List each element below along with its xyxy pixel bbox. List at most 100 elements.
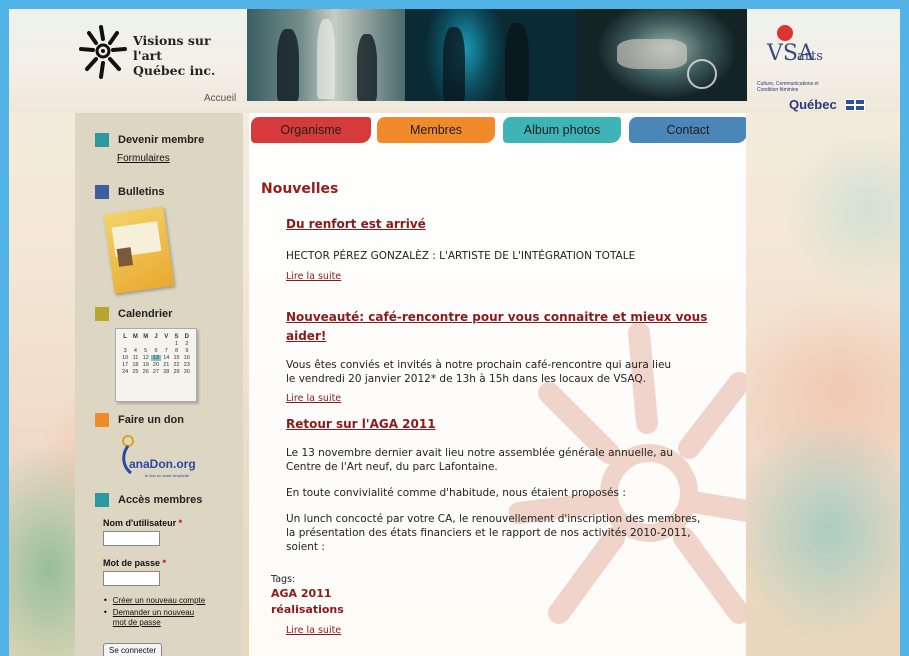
calendar-day[interactable]: 26 [141,369,151,375]
calendar-day [130,341,140,347]
calendar-day [120,341,130,347]
header-photo-dancers [247,9,405,101]
calendar-day[interactable]: 24 [120,369,130,375]
username-label: Nom d'utilisateur * [103,518,183,528]
create-account-link[interactable]: Créer un nouveau compte [113,596,206,606]
calendar-day-header: D [184,334,190,340]
request-password-link[interactable]: Demander un nouveau mot de passe [113,608,194,628]
article-title-link[interactable]: Du renfort est arrivé [286,217,426,231]
calendar-day[interactable]: 13 [150,355,162,361]
site-logo[interactable]: Visions sur l'art Québec inc. [79,23,229,93]
password-input[interactable] [103,571,160,586]
calendar-day-header: J [154,334,158,340]
formulaires-link[interactable]: Formulaires [117,153,204,164]
calendar-day[interactable]: 14 [161,355,171,361]
logo-line-2: Québec inc. [133,63,216,78]
orange-square-icon [95,413,109,427]
nav-album-photos[interactable]: Album photos [503,117,621,143]
header-photos [247,9,747,101]
header-photo-silhouettes [405,9,577,101]
faire-un-don-heading: Faire un don [118,414,184,426]
calendar-day[interactable]: 9 [182,348,192,354]
calendar-day[interactable]: 23 [182,362,192,368]
calendar-day[interactable]: 27 [151,369,161,375]
calendar-day[interactable]: 20 [151,362,161,368]
calendar-day-header: M [132,334,138,340]
calendar-day[interactable]: 17 [120,362,130,368]
main-nav: Organisme Membres Album photos Contact [251,117,746,145]
sidebar-don: Faire un don [95,413,184,427]
bulletins-heading: Bulletins [118,186,165,198]
calendar-day[interactable]: 18 [130,362,140,368]
calendar-day[interactable]: 7 [161,348,171,354]
calendar-day[interactable]: 30 [182,369,192,375]
calendar-day [161,341,171,347]
devenir-membre-heading: Devenir membre [118,134,205,146]
mini-calendar[interactable]: L M M J V S D 1 2 3 4 5 6 7 8 9 10 11 12 13 14 15 16 17 18 19 20 21… [115,328,197,402]
calendar-day[interactable]: 3 [120,348,130,354]
nav-contact[interactable]: Contact [629,117,746,143]
vsa-arts-text: arts [797,49,823,64]
partner-logos: VSA arts Culture, Communications et Cond… [757,25,897,112]
calendar-day[interactable]: 2 [182,341,192,347]
calendrier-heading: Calendrier [118,308,173,320]
logo-text: Visions sur l'art Québec inc. [133,33,229,78]
calendar-day[interactable]: 29 [171,369,181,375]
login-button[interactable]: Se connecter [103,643,163,656]
tag-link[interactable]: AGA 2011 [271,587,332,600]
tag-link[interactable]: réalisations [271,603,344,616]
ministry-text: Culture, Communications et Condition fém… [757,81,819,93]
calendar-day[interactable]: 25 [130,369,140,375]
header-photo-performer [577,9,747,101]
calendar-day[interactable]: 12 [141,355,151,361]
teal-square-icon [95,133,109,147]
sidebar-acces-membres: Accès membres [95,493,202,507]
calendar-day[interactable]: 11 [130,355,140,361]
article-paragraph-3: Un lunch concocté par votre CA, le renou… [286,513,701,553]
calendar-day [141,341,151,347]
acces-membres-heading: Accès membres [118,494,203,506]
calendar-grid: L M M J V S D 1 2 3 4 5 6 7 8 9 10 11 12 13 14 15 16 17 18 19 20 21… [120,334,192,375]
bulletin-cover-image[interactable] [103,206,175,294]
article-title-link[interactable]: Nouveauté: café-rencontre pour vous conn… [286,310,707,343]
teal-square-icon [95,493,109,507]
calendar-day[interactable]: 6 [151,348,161,354]
page-frame: Visions sur l'art Québec inc. Accueil VS… [9,9,900,656]
site-header: Visions sur l'art Québec inc. Accueil VS… [9,9,900,113]
home-link[interactable]: Accueil [204,93,236,104]
calendar-day[interactable]: 21 [161,362,171,368]
calendar-day[interactable]: 10 [120,355,130,361]
calendar-day[interactable]: 8 [171,348,181,354]
nav-organisme[interactable]: Organisme [251,117,371,143]
canadon-logo[interactable]: anaDon.org le don en toute simplicité [115,435,205,481]
calendar-day[interactable]: 4 [130,348,140,354]
calendar-day[interactable]: 1 [171,341,181,347]
olive-square-icon [95,307,109,321]
canadon-text: anaDon.org [129,457,196,471]
article-title-link[interactable]: Retour sur l'AGA 2011 [286,417,436,431]
article-1: Du renfort est arrivé HECTOR PÉREZ GONZA… [286,213,736,283]
quebec-logo[interactable]: Québec [789,97,837,112]
tags-label: Tags: [271,574,296,585]
calendar-day-header: S [174,334,179,340]
article-3: Retour sur l'AGA 2011 Le 13 novembre der… [286,413,736,554]
nav-membres[interactable]: Membres [377,117,495,143]
article-body: HECTOR PÉREZ GONZALÈZ : L'ARTISTE DE L'I… [286,250,636,262]
calendar-day[interactable]: 22 [171,362,181,368]
vsa-dot-icon [777,25,793,41]
read-more-link[interactable]: Lire la suite [286,393,341,404]
main-content: Organisme Membres Album photos Contact N… [249,113,746,656]
calendar-day[interactable]: 19 [141,362,151,368]
calendar-day[interactable]: 15 [171,355,181,361]
calendar-day[interactable]: 28 [161,369,171,375]
calendar-day[interactable]: 16 [182,355,192,361]
calendar-day-header: M [143,334,149,340]
sidebar: Devenir membre Formulaires Bulletins Cal… [75,113,243,656]
calendar-day-header: V [164,334,169,340]
calendar-day[interactable]: 5 [141,348,151,354]
blue-square-icon [95,185,109,199]
read-more-link[interactable]: Lire la suite [286,625,341,636]
bullet-icon: • [103,608,108,617]
username-input[interactable] [103,531,160,546]
read-more-link[interactable]: Lire la suite [286,271,341,282]
